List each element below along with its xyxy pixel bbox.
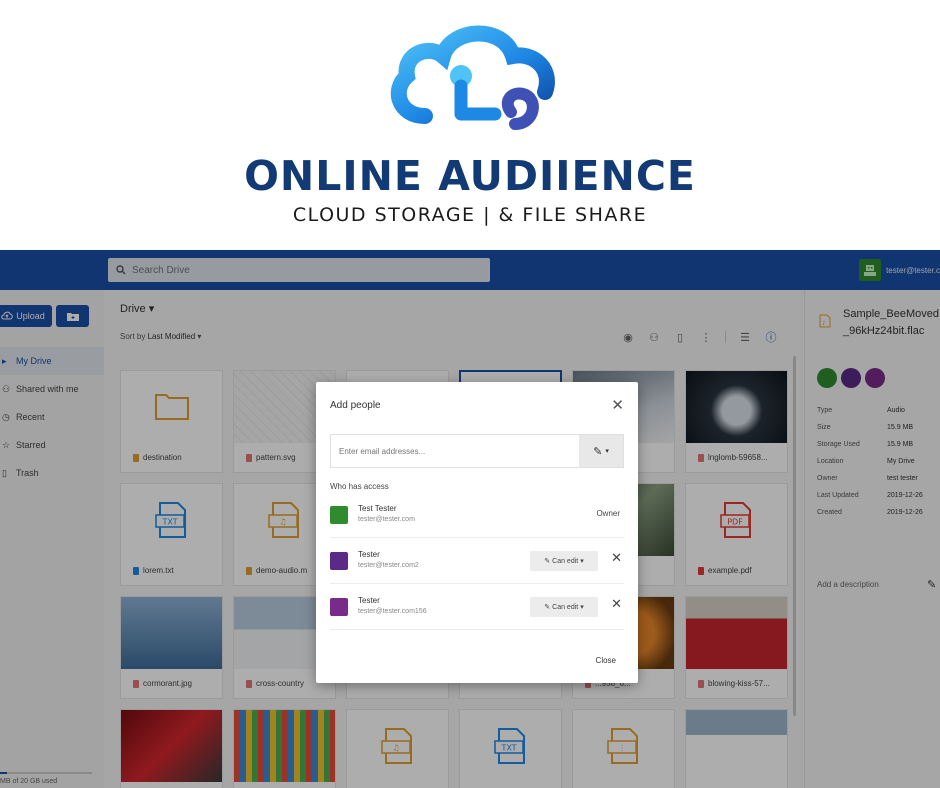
brand-tagline: CLOUD STORAGE | & FILE SHARE [292,204,648,226]
remove-icon[interactable]: ✕ [611,596,622,612]
avatar [330,598,348,616]
chevron-down-icon: ▾ [580,558,584,565]
person-email: tester@tester.com156 [358,608,427,615]
chevron-down-icon: ▾ [605,448,609,455]
pencil-icon: ✎ [544,604,551,611]
drive-app: tester@tester.c Upload ▸My Drive⚇Shared … [0,250,940,788]
person-name: Test Tester [358,504,397,513]
cloud-logo-icon [390,25,555,130]
brand-name: ONLINE AUDIIENCE [244,152,696,200]
email-field[interactable] [331,435,579,467]
role-label: Can edit [552,603,579,611]
access-row: Test Tester tester@tester.com Owner [330,494,624,538]
person-name: Tester [358,550,380,559]
pencil-icon: ✎ [593,445,603,458]
chevron-down-icon: ▾ [580,604,584,611]
dialog-title: Add people [330,400,381,411]
add-people-dialog: Add people ✕ ✎▾ Who has access Test Test… [316,382,638,683]
close-icon[interactable]: ✕ [611,396,624,414]
access-row: Tester tester@tester.com156 ✎ Can edit ▾ ✕ [330,586,624,630]
email-input-row: ✎▾ [330,434,624,468]
person-email: tester@tester.com2 [358,562,419,569]
role-label: Can edit [552,557,579,565]
role-label: Owner [596,509,620,518]
brand-header: ONLINE AUDIIENCE CLOUD STORAGE | & FILE … [0,0,940,250]
role-dropdown[interactable]: ✎ Can edit ▾ [530,551,598,571]
avatar [330,552,348,570]
pencil-icon: ✎ [544,558,551,565]
person-name: Tester [358,596,380,605]
person-email: tester@tester.com [358,516,415,523]
who-has-access-label: Who has access [330,482,389,491]
avatar [330,506,348,524]
permission-dropdown[interactable]: ✎ ▾ [579,435,623,467]
role-dropdown[interactable]: ✎ Can edit ▾ [530,597,598,617]
remove-icon[interactable]: ✕ [611,550,622,566]
access-row: Tester tester@tester.com2 ✎ Can edit ▾ ✕ [330,540,624,584]
close-button[interactable]: Close [596,656,616,665]
